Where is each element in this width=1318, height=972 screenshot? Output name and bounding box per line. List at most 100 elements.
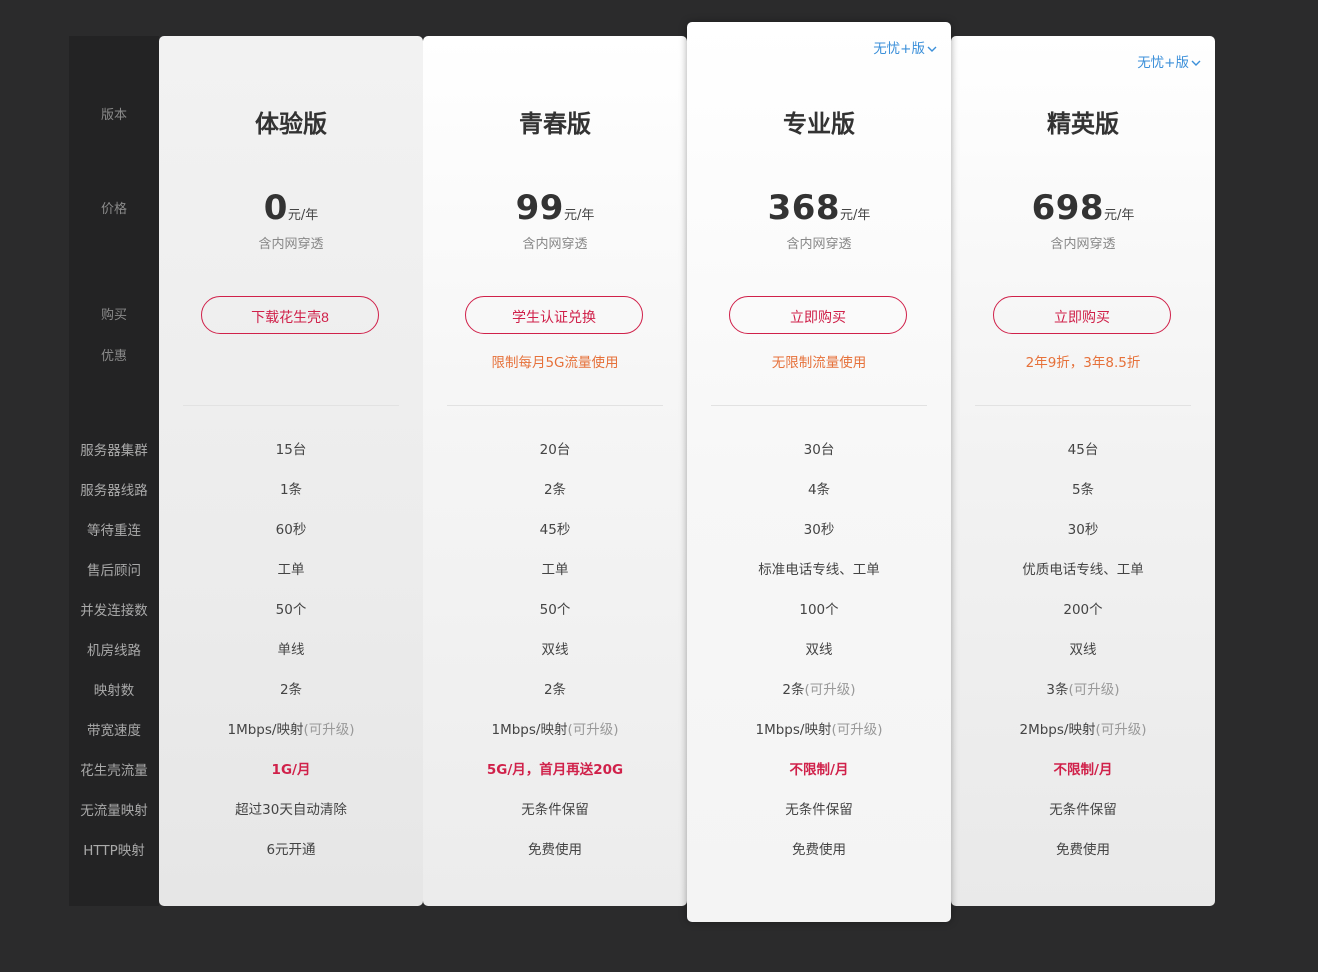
feature-value-text: 1G/月	[271, 762, 311, 778]
feature-value: 2条	[423, 482, 687, 498]
section-divider	[975, 405, 1191, 406]
feature-value: 2Mbps/映射(可升级)	[951, 722, 1215, 738]
feature-value: 免费使用	[423, 842, 687, 858]
buy-button[interactable]: 立即购买	[993, 296, 1171, 334]
plan-price: 368元/年	[687, 188, 951, 228]
section-divider	[183, 405, 399, 406]
variant-dropdown[interactable]: 无忧+版	[873, 37, 937, 57]
feature-value-text: 6元开通	[266, 842, 316, 858]
feature-value: 5G/月，首月再送20G	[423, 762, 687, 778]
feature-value: 双线	[423, 642, 687, 658]
feature-label: 服务器线路	[80, 483, 148, 499]
feature-value-text: 45台	[1067, 442, 1099, 458]
feature-value-text: 免费使用	[792, 842, 846, 858]
feature-label: 映射数	[93, 683, 135, 699]
feature-label: 售后顾问	[87, 563, 141, 579]
feature-value-text: 1Mbps/映射	[491, 722, 568, 738]
price-amount: 698	[1031, 188, 1105, 228]
price-unit: 元/年	[1104, 208, 1135, 223]
buy-button[interactable]: 下载花生壳8	[201, 296, 379, 334]
feature-label: 花生壳流量	[80, 763, 148, 779]
feature-value-text: 5G/月，首月再送20G	[486, 762, 624, 778]
feature-value-text: 双线	[1069, 642, 1097, 658]
feature-value-text: 工单	[277, 562, 305, 578]
feature-value-text: 无条件保留	[785, 802, 853, 818]
variant-dropdown[interactable]: 无忧+版	[1137, 51, 1201, 71]
feature-value-text: 45秒	[539, 522, 571, 538]
feature-value-text: 单线	[277, 642, 305, 658]
price-unit: 元/年	[840, 208, 871, 223]
feature-value: 双线	[687, 642, 951, 658]
feature-value: 2条	[159, 682, 423, 698]
feature-value-text: 不限制/月	[789, 762, 849, 778]
price-amount: 0	[263, 188, 288, 228]
feature-value: 50个	[423, 602, 687, 618]
feature-value: 1G/月	[159, 762, 423, 778]
row-labels-column: 版本 价格 购买 优惠 服务器集群 服务器线路 等待重连 售后顾问 并发连接数 机房线路映…	[69, 36, 159, 906]
label-buy: 购买	[100, 308, 127, 323]
feature-value-text: 2条	[543, 682, 567, 698]
feature-value: 200个	[951, 602, 1215, 618]
feature-label: 服务器集群	[80, 443, 148, 459]
promo-text: 限制每月5G流量使用	[491, 355, 619, 371]
plan-price: 99元/年	[423, 188, 687, 228]
feature-label: 无流量映射	[80, 803, 148, 819]
price-note: 含内网穿透	[1050, 237, 1116, 252]
chevron-down-icon	[925, 41, 937, 57]
feature-value: 免费使用	[687, 842, 951, 858]
feature-value: 1Mbps/映射(可升级)	[159, 722, 423, 738]
feature-upgrade-note: (可升级)	[804, 682, 856, 698]
feature-value: 单线	[159, 642, 423, 658]
feature-value: 标准电话专线、工单	[687, 562, 951, 578]
feature-value-text: 双线	[805, 642, 833, 658]
feature-value-text: 不限制/月	[1053, 762, 1113, 778]
feature-upgrade-note: (可升级)	[831, 722, 883, 738]
feature-value: 无条件保留	[951, 802, 1215, 818]
feature-value: 1条	[159, 482, 423, 498]
feature-value: 15台	[159, 442, 423, 458]
buy-button[interactable]: 学生认证兑换	[465, 296, 643, 334]
feature-value: 1Mbps/映射(可升级)	[423, 722, 687, 738]
feature-value-text: 60秒	[275, 522, 307, 538]
feature-value: 工单	[159, 562, 423, 578]
feature-value: 2条	[423, 682, 687, 698]
feature-upgrade-note: (可升级)	[1068, 682, 1120, 698]
feature-label: 等待重连	[87, 523, 141, 539]
feature-value: 双线	[951, 642, 1215, 658]
feature-value: 5条	[951, 482, 1215, 498]
feature-value-text: 1条	[279, 482, 303, 498]
variant-label: 无忧+版	[1137, 55, 1189, 71]
feature-value-text: 2Mbps/映射	[1019, 722, 1096, 738]
feature-value-text: 优质电话专线、工单	[1022, 562, 1144, 578]
feature-value-text: 工单	[541, 562, 569, 578]
feature-value: 工单	[423, 562, 687, 578]
chevron-down-icon	[1189, 55, 1201, 71]
plan-name: 专业版	[783, 110, 855, 138]
feature-value-text: 1Mbps/映射	[227, 722, 304, 738]
feature-value: 30秒	[687, 522, 951, 538]
feature-value-text: 20台	[539, 442, 571, 458]
feature-value: 不限制/月	[687, 762, 951, 778]
promo-text: 2年9折，3年8.5折	[1025, 355, 1141, 371]
price-amount: 99	[515, 188, 564, 228]
feature-label: HTTP映射	[83, 843, 145, 859]
feature-value: 20台	[423, 442, 687, 458]
feature-value: 不限制/月	[951, 762, 1215, 778]
feature-value-text: 无条件保留	[1049, 802, 1117, 818]
feature-label: 带宽速度	[87, 723, 141, 739]
feature-value: 免费使用	[951, 842, 1215, 858]
feature-value-text: 2条	[279, 682, 303, 698]
feature-value: 6元开通	[159, 842, 423, 858]
feature-value-text: 200个	[1063, 602, 1103, 618]
feature-value-text: 15台	[275, 442, 307, 458]
feature-value-text: 30秒	[803, 522, 835, 538]
price-amount: 368	[767, 188, 841, 228]
plan-card-elite: 无忧+版 精英版 698元/年 含内网穿透 立即购买 2年9折，3年8.5折 45台 5条 30…	[951, 36, 1215, 906]
label-price: 价格	[100, 202, 127, 217]
promo-text: 无限制流量使用	[771, 355, 867, 371]
plan-name: 体验版	[255, 110, 327, 138]
feature-value: 30秒	[951, 522, 1215, 538]
feature-value-text: 双线	[541, 642, 569, 658]
buy-button[interactable]: 立即购买	[729, 296, 907, 334]
feature-value: 3条(可升级)	[951, 682, 1215, 698]
